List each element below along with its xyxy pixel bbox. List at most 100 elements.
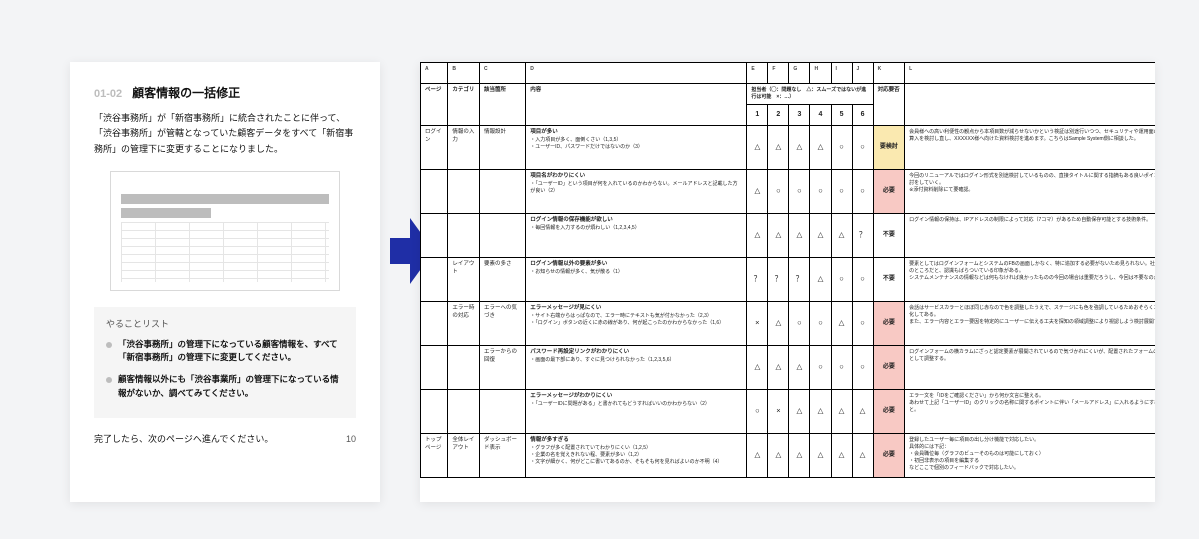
cell-page: ログイン (421, 126, 448, 170)
cell-location: エラーへの気づき (479, 302, 525, 346)
cell-comment: 会員様への高い利便性の観点から本項目数が減らせないかという検証は別途行いつつ、セ… (905, 126, 1155, 170)
cell-category (448, 390, 480, 434)
cell-status: 必要 (873, 170, 905, 214)
cell-rating: △ (789, 126, 810, 170)
todo-item: 顧客情報以外にも「渋谷事業所」の管理下になっている情報がないか、調べてみてくださ… (106, 373, 344, 400)
table-row: ログイン情報の入力情報設計項目が多い・入力項目が多く、面倒くさい（1,3,5）・… (421, 126, 1156, 170)
cell-content: エラーメッセージが見にくい・サイト右端からはっぱなので、エラー時にテキストも気が… (526, 302, 747, 346)
cell-comment: 今回のリニューアルではログイン形式を別途検討しているものの、直接タイトルに関する… (905, 170, 1155, 214)
col-category: カテゴリ (448, 84, 480, 126)
cell-rating: △ (810, 214, 831, 258)
cell-rating: ？ (852, 214, 873, 258)
cell-category: 情報の入力 (448, 126, 480, 170)
cell-rating: ○ (852, 258, 873, 302)
cell-rating: △ (831, 390, 852, 434)
cell-rating: △ (768, 434, 789, 478)
cell-rating: △ (747, 126, 768, 170)
cell-rating: △ (789, 434, 810, 478)
cell-category: レイアウト (448, 258, 480, 302)
cell-rating: △ (747, 434, 768, 478)
review-table-card: A B C D E F G H I J K L ページ カテゴリ 該当箇所 内容… (420, 62, 1155, 502)
table-row: エラーメッセージがわかりにくい・「ユーザーIDに問題がある」と書かれてもどうすれ… (421, 390, 1156, 434)
table-row: レイアウト要素の多さログイン情報以外の要素が多い・お知らせの情報が多く、気が散る… (421, 258, 1156, 302)
cell-category (448, 170, 480, 214)
rating-legend: 担当者（◯：問題なし △：スムーズではないが進行は可能 ×：…） (747, 84, 873, 105)
cell-rating: △ (831, 302, 852, 346)
cell-rating: △ (810, 390, 831, 434)
cell-content: ログイン情報以外の要素が多い・お知らせの情報が多く、気が散る（1） (526, 258, 747, 302)
cell-comment: 要素としてはログインフォームとシステムのFBの画面しかなく、特に追加する必要がな… (905, 258, 1155, 302)
cell-rating: △ (768, 214, 789, 258)
cell-rating: ○ (831, 258, 852, 302)
cell-rating: △ (789, 346, 810, 390)
col-comment (905, 84, 1155, 126)
cell-rating: ○ (831, 170, 852, 214)
cell-rating: ○ (810, 302, 831, 346)
cell-status: 不要 (873, 258, 905, 302)
cell-rating: △ (768, 126, 789, 170)
cell-rating: △ (747, 170, 768, 214)
cell-status: 必要 (873, 346, 905, 390)
card-title: 顧客情報の一括修正 (132, 84, 240, 101)
page-number: 10 (346, 434, 356, 444)
cell-page (421, 346, 448, 390)
cell-comment: ログインフォームの横カラムにざっと認定要素が展開されているので気づかれにくいが、… (905, 346, 1155, 390)
cell-rating: ○ (810, 170, 831, 214)
cell-comment: 会話はサービスカラーとほぼ同じ赤なので色を調整したうえで、ステージにも色を強調し… (905, 302, 1155, 346)
cell-rating: △ (789, 390, 810, 434)
spreadsheet-thumbnail (110, 171, 340, 291)
table-row: 項目名がわかりにくい・「ユーザーID」という項目が何を入れているのかわからない。… (421, 170, 1156, 214)
cell-comment: エラー文を「IDをご確認ください」から何か文言に整える。あわせて上記「ユーザーI… (905, 390, 1155, 434)
todo-title: やることリスト (106, 317, 344, 330)
cell-location (479, 170, 525, 214)
review-table: A B C D E F G H I J K L ページ カテゴリ 該当箇所 内容… (420, 62, 1155, 478)
cell-page (421, 214, 448, 258)
cell-page (421, 302, 448, 346)
cell-content: 項目が多い・入力項目が多く、面倒くさい（1,3,5）・ユーザーID、パスワードだ… (526, 126, 747, 170)
cell-comment: 登録したユーザー毎に項目の出し分け機能で対応したい。具体的には下記：・会員職位毎… (905, 434, 1155, 478)
cell-rating: △ (747, 214, 768, 258)
card-footer: 完了したら、次のページへ進んでください。 10 (94, 432, 356, 445)
cell-rating: × (768, 390, 789, 434)
table-row: ログイン情報の保存機能が欲しい・毎回情報を入力するのが煩わしい（1,2,3,4,… (421, 214, 1156, 258)
cell-status: 必要 (873, 390, 905, 434)
cell-status: 不要 (873, 214, 905, 258)
card-description: 「渋谷事務所」が「新宿事務所」に統合されたことに伴って、「渋谷事務所」が管轄とな… (94, 111, 356, 157)
cell-rating: ○ (831, 126, 852, 170)
cell-rating: ○ (789, 170, 810, 214)
cell-rating: △ (852, 434, 873, 478)
cell-rating: ○ (810, 346, 831, 390)
cell-rating: ○ (852, 170, 873, 214)
cell-page (421, 390, 448, 434)
cell-content: エラーメッセージがわかりにくい・「ユーザーIDに問題がある」と書かれてもどうすれ… (526, 390, 747, 434)
cell-rating: ○ (789, 302, 810, 346)
col-page: ページ (421, 84, 448, 126)
cell-rating: × (747, 302, 768, 346)
todo-box: やることリスト 「渋谷事務所」の管理下になっている顧客情報を、すべて「新宿事務所… (94, 307, 356, 418)
cell-rating: ○ (831, 346, 852, 390)
cell-rating: ？ (768, 258, 789, 302)
cell-content: ログイン情報の保存機能が欲しい・毎回情報を入力するのが煩わしい（1,2,3,4,… (526, 214, 747, 258)
table-row: トップページ全体レイアウトダッシュボード表示情報が多すぎる・グラフが多く配置され… (421, 434, 1156, 478)
cell-rating: △ (789, 214, 810, 258)
cell-rating: ○ (768, 170, 789, 214)
cell-rating: △ (810, 258, 831, 302)
cell-rating: △ (852, 390, 873, 434)
cell-rating: △ (768, 302, 789, 346)
cell-status: 必要 (873, 434, 905, 478)
cell-rating: ？ (789, 258, 810, 302)
card-headline: 01-02 顧客情報の一括修正 (94, 84, 356, 101)
cell-category: エラー時の対応 (448, 302, 480, 346)
cell-comment: ログイン情報の保持は、IPアドレスの制限によって対応（7コマ）があるため自動保存… (905, 214, 1155, 258)
col-content: 内容 (526, 84, 747, 126)
cell-rating: △ (810, 126, 831, 170)
cell-page (421, 258, 448, 302)
table-row: エラーからの回復パスワード再設定リンクがわかりにくい・画面の最下部にあり、すぐに… (421, 346, 1156, 390)
cell-rating: △ (831, 214, 852, 258)
footer-text: 完了したら、次のページへ進んでください。 (94, 432, 273, 445)
cell-page (421, 170, 448, 214)
cell-rating: ○ (747, 390, 768, 434)
cell-location: エラーからの回復 (479, 346, 525, 390)
cell-location: 要素の多さ (479, 258, 525, 302)
cell-category (448, 346, 480, 390)
